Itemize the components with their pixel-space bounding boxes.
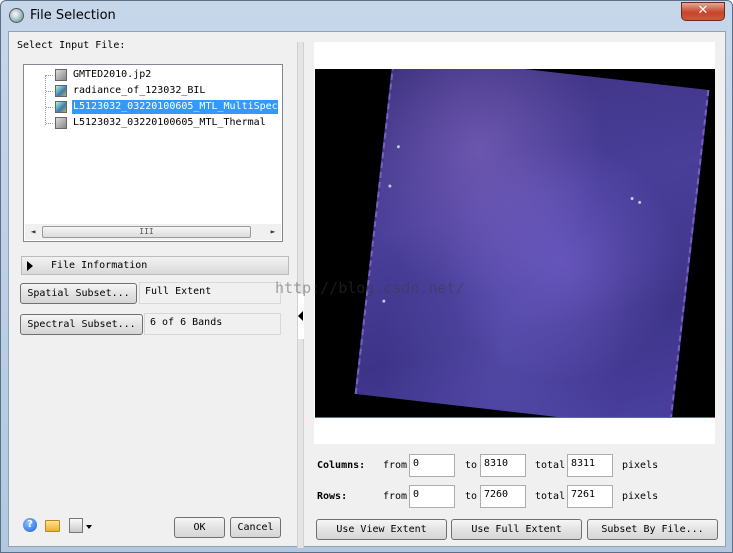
use-view-extent-button[interactable]: Use View Extent bbox=[316, 519, 447, 540]
file-name: L5123032_03220100605_MTL_Thermal bbox=[73, 117, 266, 128]
columns-to-input[interactable]: 8310 bbox=[480, 454, 526, 477]
columns-from-label: from bbox=[383, 460, 408, 471]
expand-triangle-icon bbox=[27, 261, 33, 271]
grayscale-raster-icon bbox=[55, 117, 67, 129]
select-input-file-label: Select Input File: bbox=[17, 40, 126, 51]
scene-highlight bbox=[382, 299, 386, 303]
title-bar[interactable]: File Selection ✕ bbox=[1, 1, 732, 29]
horizontal-scrollbar[interactable]: ◄ III ► bbox=[25, 224, 281, 240]
columns-total-label: total bbox=[535, 460, 566, 471]
watermark-text: http://blog.csdn.net/ bbox=[275, 279, 465, 297]
rows-unit-label: pixels bbox=[622, 491, 659, 502]
rows-to-input[interactable]: 7260 bbox=[480, 485, 526, 508]
image-preview[interactable] bbox=[315, 69, 715, 418]
scene-highlight bbox=[638, 200, 642, 205]
columns-total-input[interactable]: 8311 bbox=[567, 454, 613, 477]
tree-branch bbox=[46, 107, 53, 108]
use-full-extent-button[interactable]: Use Full Extent bbox=[451, 519, 582, 540]
scene-highlight bbox=[630, 196, 634, 201]
tree-branch bbox=[46, 75, 53, 76]
scroll-left-arrow-icon[interactable]: ◄ bbox=[25, 224, 41, 240]
file-name: GMTED2010.jp2 bbox=[73, 69, 152, 80]
close-button[interactable]: ✕ bbox=[681, 2, 725, 21]
rows-from-input[interactable]: 0 bbox=[409, 485, 455, 508]
file-name: L5123032_03220100605_MTL_MultiSpectr bbox=[72, 100, 278, 114]
rows-total-input[interactable]: 7261 bbox=[567, 485, 613, 508]
file-selection-dialog: File Selection ✕ Select Input File: GMTE… bbox=[0, 0, 733, 553]
columns-label: Columns: bbox=[317, 460, 366, 471]
file-information-label: File Information bbox=[51, 260, 148, 271]
rows-from-label: from bbox=[383, 491, 408, 502]
scrollbar-thumb[interactable]: III bbox=[42, 226, 251, 238]
help-icon[interactable]: ? bbox=[23, 518, 37, 532]
color-raster-icon bbox=[55, 85, 67, 97]
app-icon bbox=[9, 8, 24, 23]
grayscale-raster-icon bbox=[55, 69, 67, 81]
cancel-button[interactable]: Cancel bbox=[230, 517, 281, 538]
ok-button[interactable]: OK bbox=[174, 517, 225, 538]
tree-item-file-selected[interactable]: L5123032_03220100605_MTL_MultiSpectr bbox=[46, 100, 278, 114]
collapse-arrow-icon bbox=[298, 311, 303, 321]
scroll-right-arrow-icon[interactable]: ► bbox=[265, 224, 281, 240]
rows-to-label: to bbox=[465, 491, 478, 502]
scene-highlight bbox=[396, 145, 401, 149]
tree-branch bbox=[46, 91, 53, 92]
rows-label: Rows: bbox=[317, 491, 348, 502]
dropdown-arrow-icon[interactable] bbox=[86, 525, 92, 529]
spectral-subset-value: 6 of 6 Bands bbox=[144, 313, 281, 335]
satellite-scene-image bbox=[354, 69, 710, 417]
dialog-body: Select Input File: GMTED2010.jp2 radianc… bbox=[8, 31, 726, 548]
spectral-subset-button[interactable]: Spectral Subset... bbox=[20, 314, 143, 335]
tree-item-file[interactable]: L5123032_03220100605_MTL_Thermal bbox=[46, 116, 278, 130]
tree-item-file[interactable]: radiance_of_123032_BIL bbox=[46, 84, 278, 98]
columns-to-label: to bbox=[465, 460, 478, 471]
open-folder-icon[interactable] bbox=[45, 520, 60, 532]
spatial-subset-value: Full Extent bbox=[139, 282, 281, 304]
tree-item-file[interactable]: GMTED2010.jp2 bbox=[46, 68, 278, 82]
tree-branch bbox=[46, 123, 53, 124]
color-raster-icon bbox=[55, 101, 67, 113]
file-information-toggle[interactable]: File Information bbox=[21, 256, 289, 275]
spatial-subset-button[interactable]: Spatial Subset... bbox=[20, 283, 137, 304]
columns-from-input[interactable]: 0 bbox=[409, 454, 455, 477]
file-options-icon[interactable] bbox=[69, 518, 83, 533]
input-file-tree[interactable]: GMTED2010.jp2 radiance_of_123032_BIL L51… bbox=[23, 64, 283, 242]
subset-by-file-button[interactable]: Subset By File... bbox=[587, 519, 718, 540]
window-title: File Selection bbox=[30, 8, 116, 23]
rows-total-label: total bbox=[535, 491, 566, 502]
splitter-collapse-handle[interactable] bbox=[298, 294, 304, 339]
columns-unit-label: pixels bbox=[622, 460, 659, 471]
file-name: radiance_of_123032_BIL bbox=[73, 85, 206, 96]
scene-highlight bbox=[388, 184, 392, 188]
